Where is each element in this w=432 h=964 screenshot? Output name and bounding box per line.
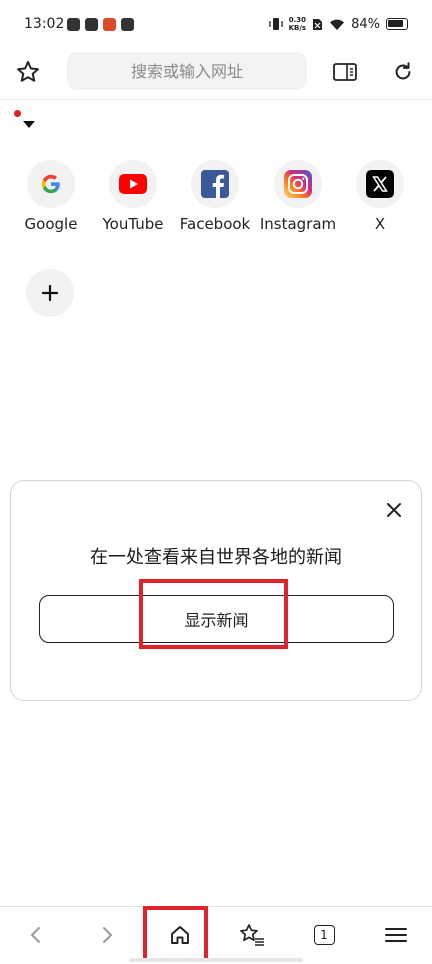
close-icon: [387, 503, 401, 517]
bookmark-star-button[interactable]: [11, 55, 45, 89]
reload-icon: [395, 62, 411, 80]
shortcut-label: YouTube: [102, 215, 164, 233]
facebook-icon: [201, 170, 229, 198]
net-speed: 0.30 KB/s: [288, 16, 307, 32]
caret-down-icon: [23, 121, 35, 128]
menu-button[interactable]: [376, 917, 416, 953]
gesture-home-indicator[interactable]: [129, 958, 303, 962]
app-notification-icon: [85, 18, 98, 31]
status-bar: 13:02 0.30 KB/s 84%: [0, 0, 432, 50]
plus-icon: [41, 284, 59, 302]
shortcut-label: Facebook: [179, 215, 251, 233]
shortcut-icon-circle: [27, 160, 75, 208]
shortcut-label: Google: [24, 215, 78, 233]
shortcut-x[interactable]: X: [339, 160, 421, 233]
tab-count: 1: [320, 928, 328, 942]
app-notification-icon: [103, 18, 116, 31]
news-card-title: 在一处查看来自世界各地的新闻: [90, 547, 342, 568]
back-button[interactable]: [16, 917, 56, 953]
address-bar[interactable]: [67, 52, 307, 90]
wifi-icon: [330, 19, 345, 30]
status-time: 13:02: [24, 16, 65, 32]
notification-icons: [67, 18, 134, 31]
mail-notification-icon: [121, 18, 134, 31]
vivo-notification-icon: [67, 18, 80, 31]
shortcut-icon-circle: [356, 160, 404, 208]
add-shortcut-button[interactable]: [26, 269, 74, 317]
x-icon: [366, 170, 394, 198]
chevron-right-icon: [103, 927, 112, 943]
shortcut-icon-circle: [109, 160, 157, 208]
shortcut-facebook[interactable]: Facebook: [174, 160, 256, 233]
hamburger-menu-icon: [385, 928, 407, 942]
shortcut-label: X: [374, 215, 386, 233]
star-icon: [17, 61, 39, 82]
shortcuts-row: Google YouTube Facebook Instagram X: [0, 160, 432, 240]
tab-count-icon: 1: [313, 925, 335, 945]
instagram-icon: [284, 170, 312, 198]
bookmarks-button[interactable]: [232, 917, 272, 953]
home-icon: [171, 926, 189, 944]
shortcut-google[interactable]: Google: [10, 160, 92, 233]
close-card-button[interactable]: [383, 499, 405, 521]
shortcut-instagram[interactable]: Instagram: [257, 160, 339, 233]
shortcut-label: Instagram: [259, 215, 337, 233]
shortcut-icon-circle: [191, 160, 239, 208]
forward-button[interactable]: [87, 917, 127, 953]
reader-mode-icon: [333, 63, 357, 81]
status-indicators: 0.30 KB/s 84%: [268, 16, 408, 32]
show-news-button[interactable]: 显示新闻: [39, 595, 394, 643]
chevron-left-icon: [31, 927, 40, 943]
reader-mode-button[interactable]: [328, 55, 362, 89]
shortcut-icon-circle: [274, 160, 322, 208]
tabs-button[interactable]: 1: [304, 917, 344, 953]
bottom-navigation: 1: [0, 906, 432, 964]
collection-dropdown[interactable]: [14, 110, 38, 130]
battery-percent: 84%: [351, 16, 380, 32]
no-sim-icon: [313, 18, 323, 30]
battery-icon: [386, 18, 408, 30]
google-icon: [41, 174, 60, 194]
home-button[interactable]: [160, 917, 200, 953]
notification-dot: [14, 110, 21, 117]
news-promo-card: 在一处查看来自世界各地的新闻 显示新闻: [10, 480, 422, 701]
url-input[interactable]: [67, 52, 307, 90]
vibrate-icon: [268, 18, 283, 30]
youtube-icon: [119, 174, 147, 194]
shortcut-youtube[interactable]: YouTube: [92, 160, 174, 233]
bookmarks-list-icon: [240, 924, 264, 946]
reload-button[interactable]: [386, 55, 420, 89]
